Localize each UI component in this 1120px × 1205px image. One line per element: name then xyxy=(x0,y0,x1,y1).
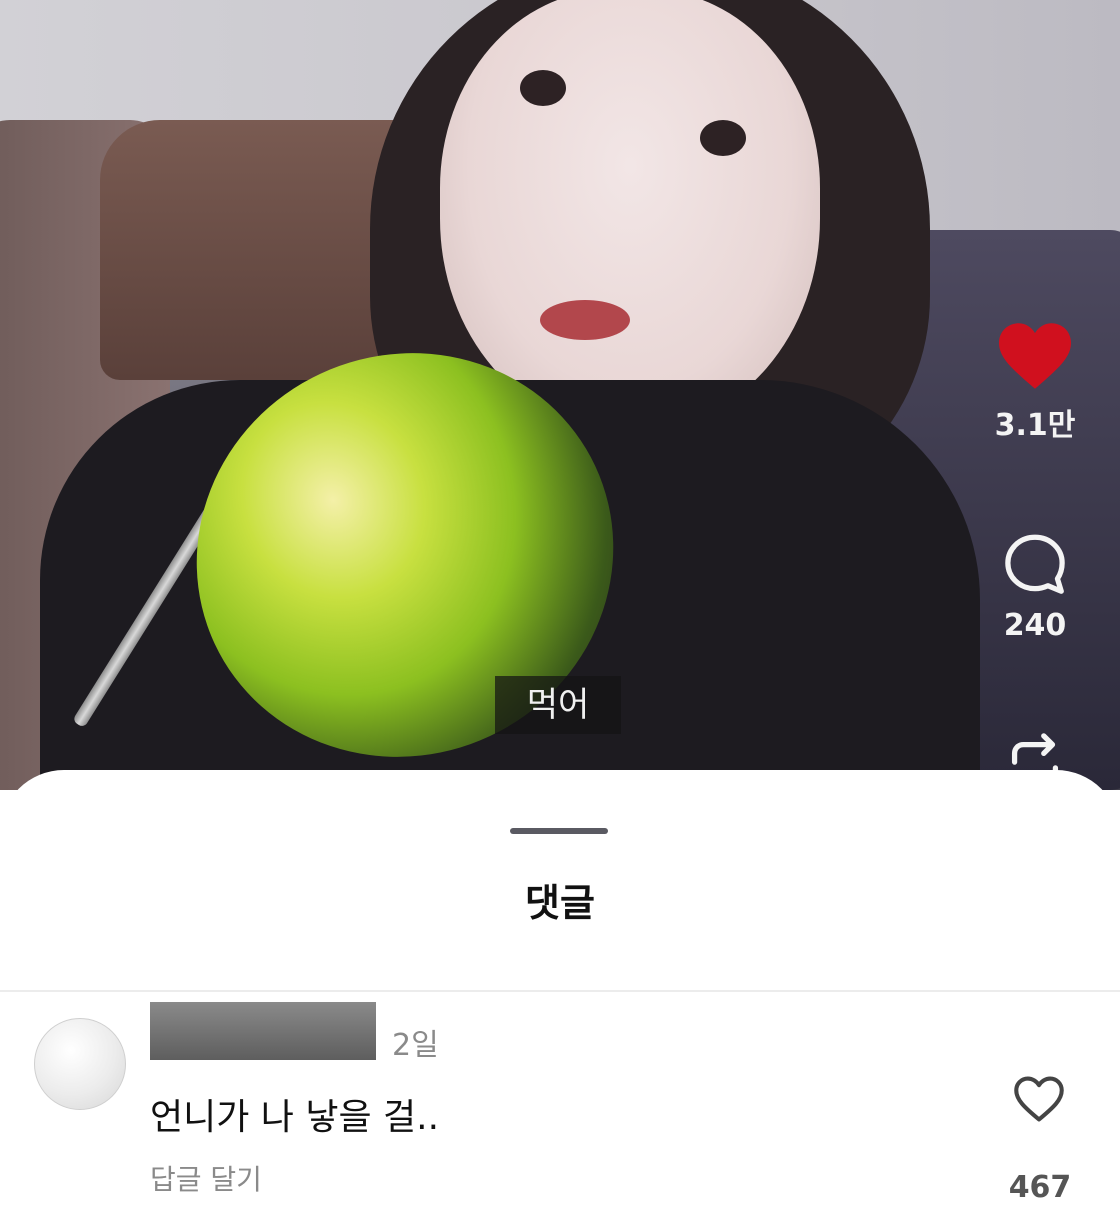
like-button[interactable]: 3.1만 xyxy=(990,320,1080,444)
heart-outline-icon xyxy=(1010,1076,1068,1128)
video-person-face xyxy=(440,0,820,430)
avatar[interactable] xyxy=(34,1018,126,1110)
comment-count: 240 xyxy=(1003,608,1067,643)
video-person-eye-left xyxy=(520,70,566,106)
sheet-drag-handle[interactable] xyxy=(510,828,608,834)
video-player[interactable]: 먹어 3.1만 240 xyxy=(0,0,1120,790)
comment-bubble-icon xyxy=(999,534,1071,604)
video-person-eye-right xyxy=(700,120,746,156)
comment-text: 언니가 나 낳을 걸.. xyxy=(150,1097,440,1138)
comment-item: 2일 언니가 나 낳을 걸.. 답글 달기 467 xyxy=(0,992,1120,1205)
video-subtitle: 먹어 xyxy=(495,676,621,734)
comment-button[interactable]: 240 xyxy=(990,530,1080,643)
comment-time: 2일 xyxy=(392,1028,439,1063)
heart-filled-icon xyxy=(995,323,1075,396)
like-count: 3.1만 xyxy=(994,408,1076,443)
username-redacted[interactable] xyxy=(150,1002,376,1060)
sheet-title: 댓글 xyxy=(525,881,595,925)
comments-sheet: 댓글 2일 언니가 나 낳을 걸.. 답글 달기 467 xyxy=(0,770,1120,1205)
video-person-lips xyxy=(540,300,630,340)
comment-like-button[interactable] xyxy=(1010,1074,1068,1124)
reply-button[interactable]: 답글 달기 xyxy=(150,1158,262,1198)
